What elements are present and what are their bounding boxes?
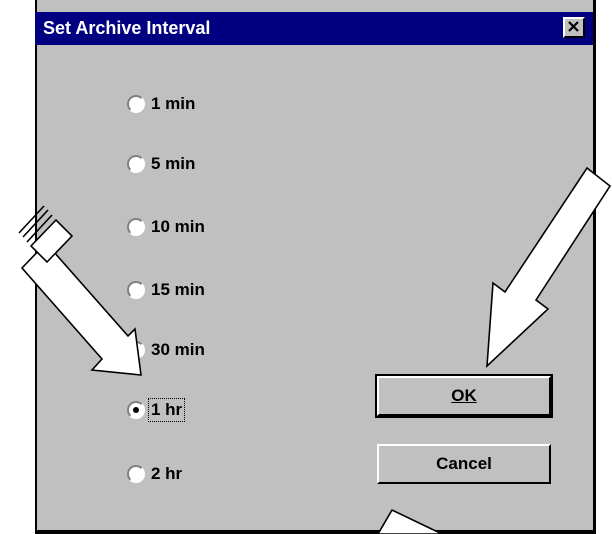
annotation-overlay — [18, 166, 612, 534]
arrow-to-1hr-icon — [18, 205, 142, 376]
arrow-to-cancel-icon — [377, 508, 443, 534]
arrow-to-ok-icon — [486, 166, 612, 368]
